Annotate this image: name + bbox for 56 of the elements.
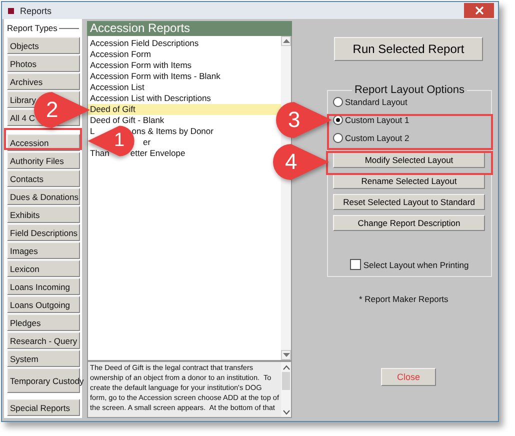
list-item-text[interactable]: Accession List [90, 82, 144, 93]
list-item-text[interactable]: Deed of Gift - Blank [90, 115, 164, 126]
list-item-text[interactable]: Accession Field Descriptions [90, 38, 199, 49]
sidebar-button[interactable]: Images [7, 242, 80, 259]
sidebar-button[interactable]: Objects [7, 37, 80, 54]
sidebar-button[interactable]: System [7, 350, 80, 367]
list-item-text[interactable]: Accession List with Descriptions [90, 93, 211, 104]
window-title: Reports [20, 6, 52, 16]
sidebar-heading: Report Types [7, 23, 58, 33]
list-item-text[interactable]: er [143, 137, 151, 148]
list-item-text[interactable]: ons & Items by Donor [132, 126, 214, 137]
sidebar-button[interactable]: Research - Query [7, 332, 80, 349]
radio-button[interactable] [333, 115, 343, 125]
sidebar-button[interactable]: Lexicon [7, 260, 80, 277]
sidebar-button[interactable]: Exhibits [7, 206, 80, 223]
run-report-button[interactable]: Run Selected Report [334, 37, 483, 61]
sidebar-button[interactable]: Field Descriptions [7, 224, 80, 241]
list-item[interactable]: Deed of Gift [90, 104, 136, 115]
list-item-text[interactable]: Than [90, 148, 110, 159]
sidebar-button[interactable]: Pledges [7, 314, 80, 331]
list-item-text[interactable]: Accession Form with Items - Blank [90, 71, 220, 82]
radio-label: Standard Layout [345, 97, 408, 107]
list-item-text[interactable]: Accession Form with Items [90, 60, 192, 71]
radio-label: Custom Layout 1 [345, 115, 410, 125]
layout-button[interactable]: Modify Selected Layout [333, 152, 485, 168]
checkbox[interactable] [350, 259, 362, 270]
list-item-text[interactable]: L [90, 126, 95, 137]
scroll-up-icon[interactable] [281, 362, 291, 372]
sidebar-button[interactable]: Photos [7, 55, 80, 72]
callout-badge: 4 [271, 142, 331, 182]
scrollbar[interactable] [281, 362, 291, 417]
sidebar-button[interactable]: Authority Files [7, 152, 80, 169]
callout-badge: 3 [274, 100, 334, 140]
sidebar-button[interactable]: Archives [7, 73, 80, 90]
selected-row-highlight[interactable]: Deed of Gift [88, 104, 281, 115]
radio-button[interactable] [333, 97, 343, 107]
layout-button[interactable]: Change Report Description [333, 215, 485, 231]
list-item-text[interactable]: Accession Form [90, 49, 151, 60]
sidebar-button[interactable]: Special Reports [7, 399, 80, 416]
radio-label: Custom Layout 2 [345, 133, 410, 143]
scroll-down-icon[interactable] [281, 407, 291, 417]
app-icon [8, 8, 14, 14]
radio-button[interactable] [333, 133, 343, 143]
close-icon[interactable] [464, 3, 494, 18]
note-text: * Report Maker Reports [359, 294, 448, 304]
scroll-up-icon[interactable] [281, 36, 291, 46]
layout-button[interactable]: Reset Selected Layout to Standard [333, 194, 485, 210]
checkbox-label: Select Layout when Printing [363, 260, 469, 270]
panel-header: Accession Reports [87, 21, 292, 36]
group-title: Report Layout Options [353, 84, 466, 96]
sidebar-button[interactable]: Loans Incoming [7, 278, 80, 295]
sidebar-button[interactable]: Contacts [7, 170, 80, 187]
sidebar-button[interactable]: Dues & Donations [7, 188, 80, 205]
list-item-text[interactable]: etter Envelope [130, 148, 186, 159]
scroll-down-icon[interactable] [281, 350, 291, 360]
sidebar-button[interactable]: Loans Outgoing [7, 296, 80, 313]
